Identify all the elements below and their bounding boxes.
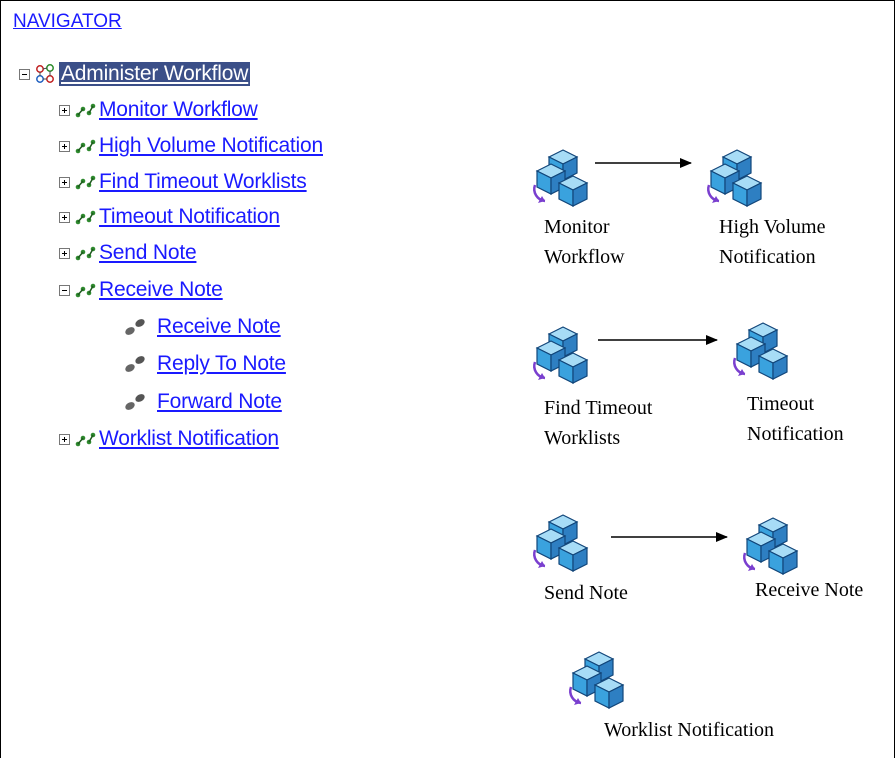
diagram-label-line: Monitor bbox=[544, 216, 610, 238]
navigator-panel: NAVIGATOR Administer Workflow Monitor Wo… bbox=[0, 0, 895, 758]
activity-cubes-icon bbox=[533, 514, 589, 572]
activity-cubes-icon bbox=[533, 149, 589, 207]
diagram-label-receive-note: Receive Note bbox=[755, 579, 864, 601]
diagram-label-line: High Volume bbox=[719, 216, 826, 238]
activity-cubes-icon bbox=[533, 326, 589, 384]
activity-cubes-icon bbox=[743, 517, 799, 575]
diagram-label-monitor-workflow: Monitor Workflow bbox=[544, 212, 625, 272]
diagram-label-high-volume: High Volume Notification bbox=[719, 212, 826, 272]
activity-cubes-icon bbox=[569, 651, 625, 709]
diagram-label-timeout: Timeout Notification bbox=[747, 389, 844, 449]
diagram-label-line: Notification bbox=[719, 246, 816, 268]
diagram-label-line: Find Timeout bbox=[544, 397, 653, 419]
diagram-label-line: Worklists bbox=[544, 427, 621, 449]
diagram-label-worklist: Worklist Notification bbox=[604, 719, 775, 741]
diagram-label-find-timeout: Find Timeout Worklists bbox=[544, 393, 652, 453]
activity-cubes-icon bbox=[707, 149, 763, 207]
diagram-label-line: Workflow bbox=[544, 246, 625, 268]
diagram-label-line: Notification bbox=[747, 423, 844, 445]
diagram-label-line: Timeout bbox=[747, 393, 815, 415]
activity-cubes-icon bbox=[733, 322, 789, 380]
diagram-label-send-note: Send Note bbox=[544, 582, 628, 604]
